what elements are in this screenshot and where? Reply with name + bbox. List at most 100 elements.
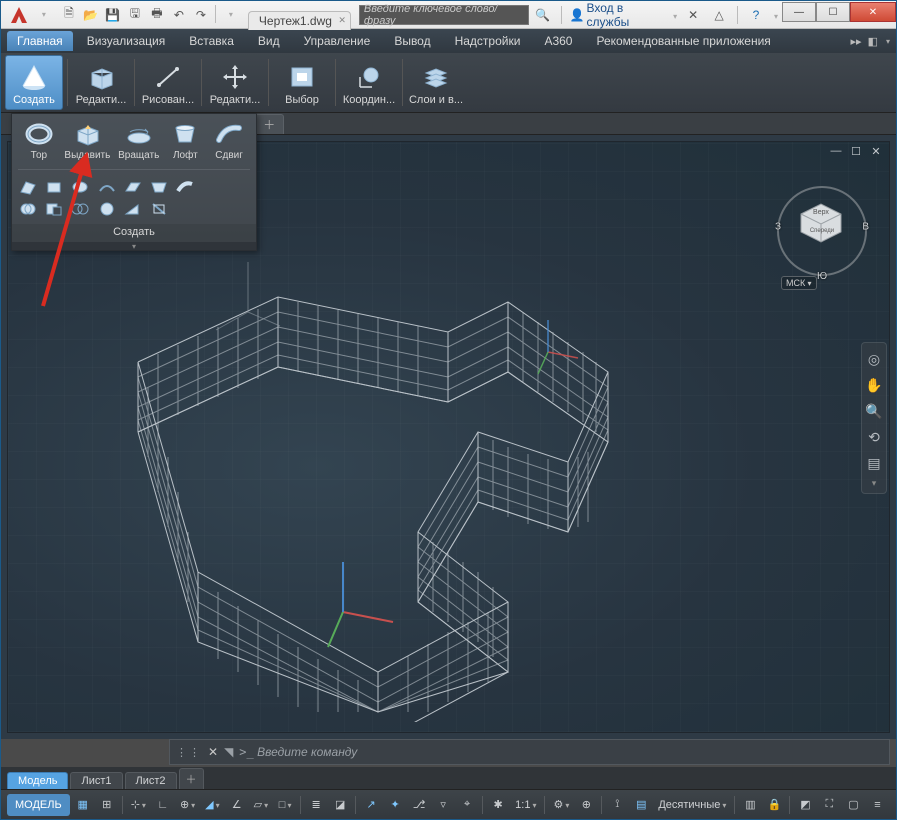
3dosnap-icon[interactable]: ✦ bbox=[384, 794, 406, 816]
ribbon-tab-manage[interactable]: Управление bbox=[294, 31, 381, 51]
exchange-apps-icon[interactable]: ✕ bbox=[683, 5, 703, 25]
model-space-badge[interactable]: МОДЕЛЬ bbox=[7, 794, 70, 816]
hardware-accel-icon[interactable]: ⛶ bbox=[818, 794, 840, 816]
view-cube[interactable]: Верх Спереди Ю З В МСК bbox=[777, 186, 867, 276]
quick-properties-icon[interactable]: ▥ bbox=[739, 794, 761, 816]
sheet2-tab[interactable]: Лист2 bbox=[125, 772, 177, 789]
smooth-mesh-icon[interactable] bbox=[70, 178, 90, 196]
customize-status-icon[interactable]: ≡ bbox=[866, 794, 888, 816]
sign-in-link[interactable]: 👤 Вход в службы bbox=[570, 1, 678, 29]
qat-undo-icon[interactable]: ↶ bbox=[169, 5, 189, 25]
torus-tool[interactable]: Тор bbox=[18, 118, 60, 163]
viewcube-cube[interactable]: Верх Спереди bbox=[797, 200, 845, 244]
ribbon-tab-apps[interactable]: Рекомендованные приложения bbox=[586, 31, 780, 51]
a360-icon[interactable]: △ bbox=[709, 5, 729, 25]
wedge-icon[interactable] bbox=[123, 200, 143, 218]
transparency-toggle-icon[interactable]: ◪ bbox=[329, 794, 351, 816]
app-logo[interactable] bbox=[5, 4, 33, 26]
create-panel-button[interactable]: Создать bbox=[5, 55, 63, 110]
viewcube-east-label[interactable]: В bbox=[862, 222, 869, 233]
ribbon-tab-addins[interactable]: Надстройки bbox=[445, 31, 531, 51]
otrack-toggle-icon[interactable]: □ bbox=[274, 794, 296, 816]
units-icon[interactable]: ⟟ bbox=[606, 794, 628, 816]
drawing-tab-add[interactable]: ＋ bbox=[254, 114, 284, 134]
section-icon[interactable] bbox=[149, 200, 169, 218]
app-menu-chevron-icon[interactable] bbox=[33, 5, 53, 25]
osnap-toggle-icon[interactable]: ∠ bbox=[226, 794, 248, 816]
sphere-icon[interactable] bbox=[97, 200, 117, 218]
annotation-monitor-icon[interactable]: ⊕ bbox=[575, 794, 597, 816]
select-panel-button[interactable]: Выбор bbox=[273, 55, 331, 110]
close-button[interactable]: ✕ bbox=[850, 2, 896, 22]
sweep-surf-icon[interactable] bbox=[175, 178, 195, 196]
lineweight-toggle-icon[interactable]: ≣ bbox=[305, 794, 327, 816]
ribbon-tab-home[interactable]: Главная bbox=[7, 31, 73, 51]
intersect-icon[interactable] bbox=[70, 200, 90, 218]
clean-screen-icon[interactable]: ▢ bbox=[842, 794, 864, 816]
ortho-toggle-icon[interactable]: ∟ bbox=[152, 794, 174, 816]
edit2-panel-button[interactable]: Редакти... bbox=[206, 55, 264, 110]
scale-display[interactable]: 1:1 bbox=[511, 799, 540, 811]
maximize-button[interactable]: ☐ bbox=[816, 2, 850, 22]
search-go-icon[interactable]: 🔍 bbox=[533, 5, 553, 25]
extrude-tool[interactable]: Выдавить bbox=[62, 118, 113, 163]
edit-panel-button[interactable]: Редакти... bbox=[72, 55, 130, 110]
presspull-icon[interactable] bbox=[44, 178, 64, 196]
ribbon-panel-toggle-icon[interactable]: ◧ bbox=[868, 35, 878, 48]
ribbon-tab-a360[interactable]: A360 bbox=[534, 31, 582, 51]
qat-new-icon[interactable]: 🗎 bbox=[59, 5, 79, 25]
infer-constraints-icon[interactable]: ⊹ bbox=[127, 794, 150, 816]
command-line[interactable]: ⋮⋮ ✕ ◥ >_ Введите команду bbox=[169, 739, 890, 765]
polysolid-icon[interactable] bbox=[18, 178, 38, 196]
coords-panel-button[interactable]: Координ... bbox=[340, 55, 398, 110]
sheet1-tab[interactable]: Лист1 bbox=[70, 772, 122, 789]
vp-minimize-icon[interactable]: — bbox=[829, 144, 843, 158]
vp-maximize-icon[interactable]: ☐ bbox=[849, 144, 863, 158]
isolate-objects-icon[interactable]: ◩ bbox=[794, 794, 816, 816]
document-tab[interactable]: Чертеж1.dwg bbox=[248, 11, 351, 30]
union-icon[interactable] bbox=[18, 200, 38, 218]
network-surf-icon[interactable] bbox=[97, 178, 117, 196]
cmdline-close-icon[interactable]: ✕ bbox=[208, 745, 218, 759]
ribbon-scroll-icon[interactable]: ▸▸ bbox=[851, 35, 862, 48]
3dosnap-toggle-icon[interactable]: ▱ bbox=[250, 794, 272, 816]
help-chevron-icon[interactable] bbox=[772, 8, 778, 22]
navbar-expand-icon[interactable]: ▾ bbox=[864, 479, 884, 487]
gizmo-icon[interactable]: ⌖ bbox=[456, 794, 478, 816]
infocenter-search[interactable]: Введите ключевое слово/фразу bbox=[359, 5, 529, 25]
isodraft-icon[interactable]: ◢ bbox=[201, 794, 223, 816]
snap-toggle-icon[interactable]: ⊞ bbox=[96, 794, 118, 816]
orbit-icon[interactable]: ⟲ bbox=[864, 427, 884, 447]
vp-close-icon[interactable]: ✕ bbox=[869, 144, 883, 158]
selection-filter-icon[interactable]: ▿ bbox=[432, 794, 454, 816]
ribbon-tab-output[interactable]: Вывод bbox=[384, 31, 440, 51]
help-icon[interactable]: ? bbox=[746, 5, 766, 25]
revolve-tool[interactable]: Вращать bbox=[115, 118, 162, 163]
qat-print-icon[interactable]: 🖶 bbox=[147, 5, 167, 25]
layers-panel-button[interactable]: Слои и в... bbox=[407, 55, 465, 110]
qp-toggle-icon[interactable]: ▤ bbox=[630, 794, 652, 816]
annotation-visibility-icon[interactable]: ✱ bbox=[487, 794, 509, 816]
viewcube-south-label[interactable]: Ю bbox=[817, 271, 827, 282]
subtract-icon[interactable] bbox=[44, 200, 64, 218]
planar-surf-icon[interactable] bbox=[123, 178, 143, 196]
qat-save-icon[interactable]: 💾 bbox=[103, 5, 123, 25]
polar-toggle-icon[interactable]: ⊕ bbox=[176, 794, 199, 816]
ribbon-tab-insert[interactable]: Вставка bbox=[179, 31, 244, 51]
workspace-switching-icon[interactable]: ⚙ bbox=[549, 794, 573, 816]
model-tab[interactable]: Модель bbox=[7, 772, 68, 789]
qat-redo-icon[interactable]: ↷ bbox=[191, 5, 211, 25]
minimize-button[interactable]: — bbox=[782, 2, 816, 22]
loft-tool[interactable]: Лофт bbox=[164, 118, 206, 163]
qat-saveas-icon[interactable]: 🖫 bbox=[125, 5, 145, 25]
pan-hand-icon[interactable]: ✋ bbox=[864, 375, 884, 395]
dynamic-ucs-icon[interactable]: ⎇ bbox=[408, 794, 430, 816]
steering-wheel-icon[interactable]: ◎ bbox=[864, 349, 884, 369]
flyout-expand-handle[interactable]: ▾ bbox=[12, 242, 256, 250]
ribbon-tab-view[interactable]: Вид bbox=[248, 31, 290, 51]
ribbon-collapse-icon[interactable] bbox=[884, 35, 890, 47]
ribbon-tab-visualize[interactable]: Визуализация bbox=[77, 31, 176, 51]
qat-open-icon[interactable]: 📂 bbox=[81, 5, 101, 25]
draw-panel-button[interactable]: Рисован... bbox=[139, 55, 197, 110]
showmotion-icon[interactable]: ▤ bbox=[864, 453, 884, 473]
